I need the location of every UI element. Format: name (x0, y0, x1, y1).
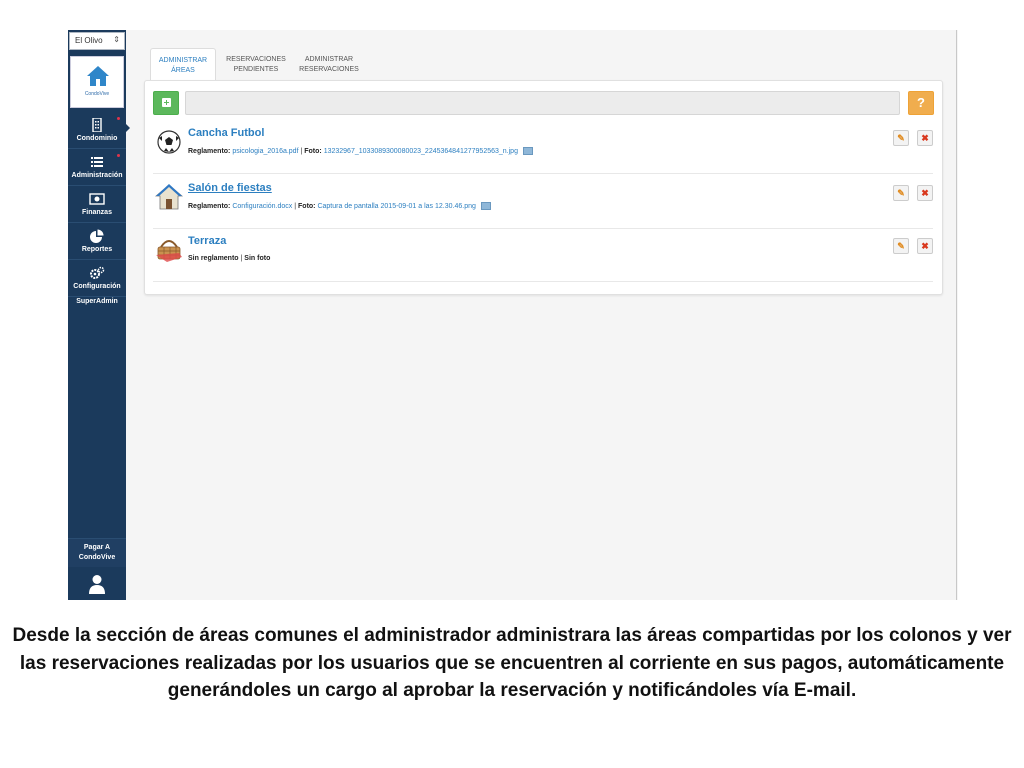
sidebar-item-finanzas[interactable]: Finanzas (68, 186, 126, 223)
areas-panel: ? Cancha Futbol Reglamento: psicologia_2… (144, 80, 943, 295)
soccer-ball-icon (157, 130, 181, 154)
tab-label-line1: ADMINISTRAR (158, 57, 208, 64)
area-title[interactable]: Cancha Futbol (188, 127, 264, 139)
logo[interactable]: CondoVive (70, 56, 124, 108)
help-button[interactable]: ? (908, 91, 934, 115)
sidebar-item-label: Finanzas (82, 209, 112, 216)
slide-caption: Desde la sección de áreas comunes el adm… (12, 625, 1012, 701)
pay-label-line1: Pagar A (83, 544, 111, 551)
gears-icon (90, 266, 105, 279)
tab-administrar-reservaciones[interactable]: ADMINISTRAR RESERVACIONES (296, 48, 362, 80)
house-icon (155, 184, 183, 210)
list-item: Terraza Sin reglamento | Sin foto ✎ ✖ (153, 229, 933, 282)
pay-condovive-button[interactable]: Pagar A CondoVive (68, 538, 126, 567)
edit-button[interactable]: ✎ (893, 130, 909, 146)
pie-chart-icon (90, 229, 104, 243)
app-screen: El Olivo ⇕ CondoVive Condominio Administ… (68, 30, 958, 600)
plus-icon (162, 98, 171, 107)
sidebar-item-administracion[interactable]: Administración (68, 149, 126, 186)
sidebar-item-condominio[interactable]: Condominio (68, 112, 130, 149)
logo-text: CondoVive (84, 91, 110, 97)
sidebar: El Olivo ⇕ CondoVive Condominio Administ… (68, 30, 130, 600)
window-edge (956, 30, 957, 600)
sidebar-item-label: Reportes (81, 246, 113, 253)
list-icon (91, 157, 103, 167)
add-area-button[interactable] (153, 91, 179, 115)
area-meta: Reglamento: psicologia_2016a.pdf | Foto:… (188, 147, 533, 155)
foto-file-link[interactable]: Captura de pantalla 2015-09-01 a las 12.… (317, 203, 475, 210)
list-item: Cancha Futbol Reglamento: psicologia_201… (153, 121, 933, 174)
no-reglamento-text: Sin reglamento (188, 255, 239, 262)
area-meta: Reglamento: Configuración.docx | Foto: C… (188, 202, 491, 210)
area-title[interactable]: Salón de fiestas (188, 182, 272, 194)
tab-label-line2: ÁREAS (171, 67, 195, 74)
notification-dot (117, 154, 120, 157)
tab-administrar-areas[interactable]: ADMINISTRAR ÁREAS (150, 48, 216, 80)
condominium-select[interactable]: El Olivo ⇕ (69, 32, 125, 50)
list-item: Salón de fiestas Reglamento: Configuraci… (153, 176, 933, 229)
sidebar-item-label: Configuración (73, 283, 121, 290)
sidebar-item-label: Administración (71, 172, 123, 179)
edit-button[interactable]: ✎ (893, 238, 909, 254)
sidebar-item-reportes[interactable]: Reportes (68, 223, 126, 260)
area-meta: Sin reglamento | Sin foto (188, 255, 270, 262)
foto-file-link[interactable]: 13232967_1033089300080023_22453648412779… (324, 148, 518, 155)
sidebar-item-configuracion[interactable]: Configuración (68, 260, 126, 297)
search-input[interactable] (185, 91, 900, 115)
condominium-select-value: El Olivo (75, 36, 103, 45)
edit-button[interactable]: ✎ (893, 185, 909, 201)
picnic-basket-icon (156, 240, 182, 262)
reglamento-file-link[interactable]: psicologia_2016a.pdf (232, 148, 298, 155)
image-icon[interactable] (480, 202, 491, 210)
area-title[interactable]: Terraza (188, 235, 226, 247)
no-foto-text: Sin foto (244, 255, 271, 262)
delete-button[interactable]: ✖ (917, 185, 933, 201)
house-logo-icon (87, 66, 109, 86)
tab-label-line1: ADMINISTRAR (304, 56, 354, 63)
select-arrows-icon: ⇕ (113, 35, 120, 44)
money-icon (89, 193, 105, 205)
reglamento-file-link[interactable]: Configuración.docx (232, 203, 292, 210)
notification-dot (117, 117, 120, 120)
reglamento-label: Reglamento: (188, 147, 231, 155)
tab-label-line1: RESERVACIONES (226, 56, 286, 63)
pay-label-line2: CondoVive (78, 554, 116, 561)
foto-label: Foto: (304, 147, 322, 155)
image-icon[interactable] (522, 147, 533, 155)
user-icon[interactable] (88, 574, 106, 594)
foto-label: Foto: (298, 202, 316, 210)
tab-label-line2: PENDIENTES (233, 66, 279, 73)
delete-button[interactable]: ✖ (917, 238, 933, 254)
reglamento-label: Reglamento: (188, 202, 231, 210)
delete-button[interactable]: ✖ (917, 130, 933, 146)
building-icon (92, 118, 102, 132)
tab-reservaciones-pendientes[interactable]: RESERVACIONES PENDIENTES (222, 48, 290, 80)
tab-label-line2: RESERVACIONES (299, 66, 359, 73)
sidebar-item-label: Condominio (76, 135, 118, 142)
sidebar-item-superadmin[interactable]: SuperAdmin (68, 298, 126, 305)
